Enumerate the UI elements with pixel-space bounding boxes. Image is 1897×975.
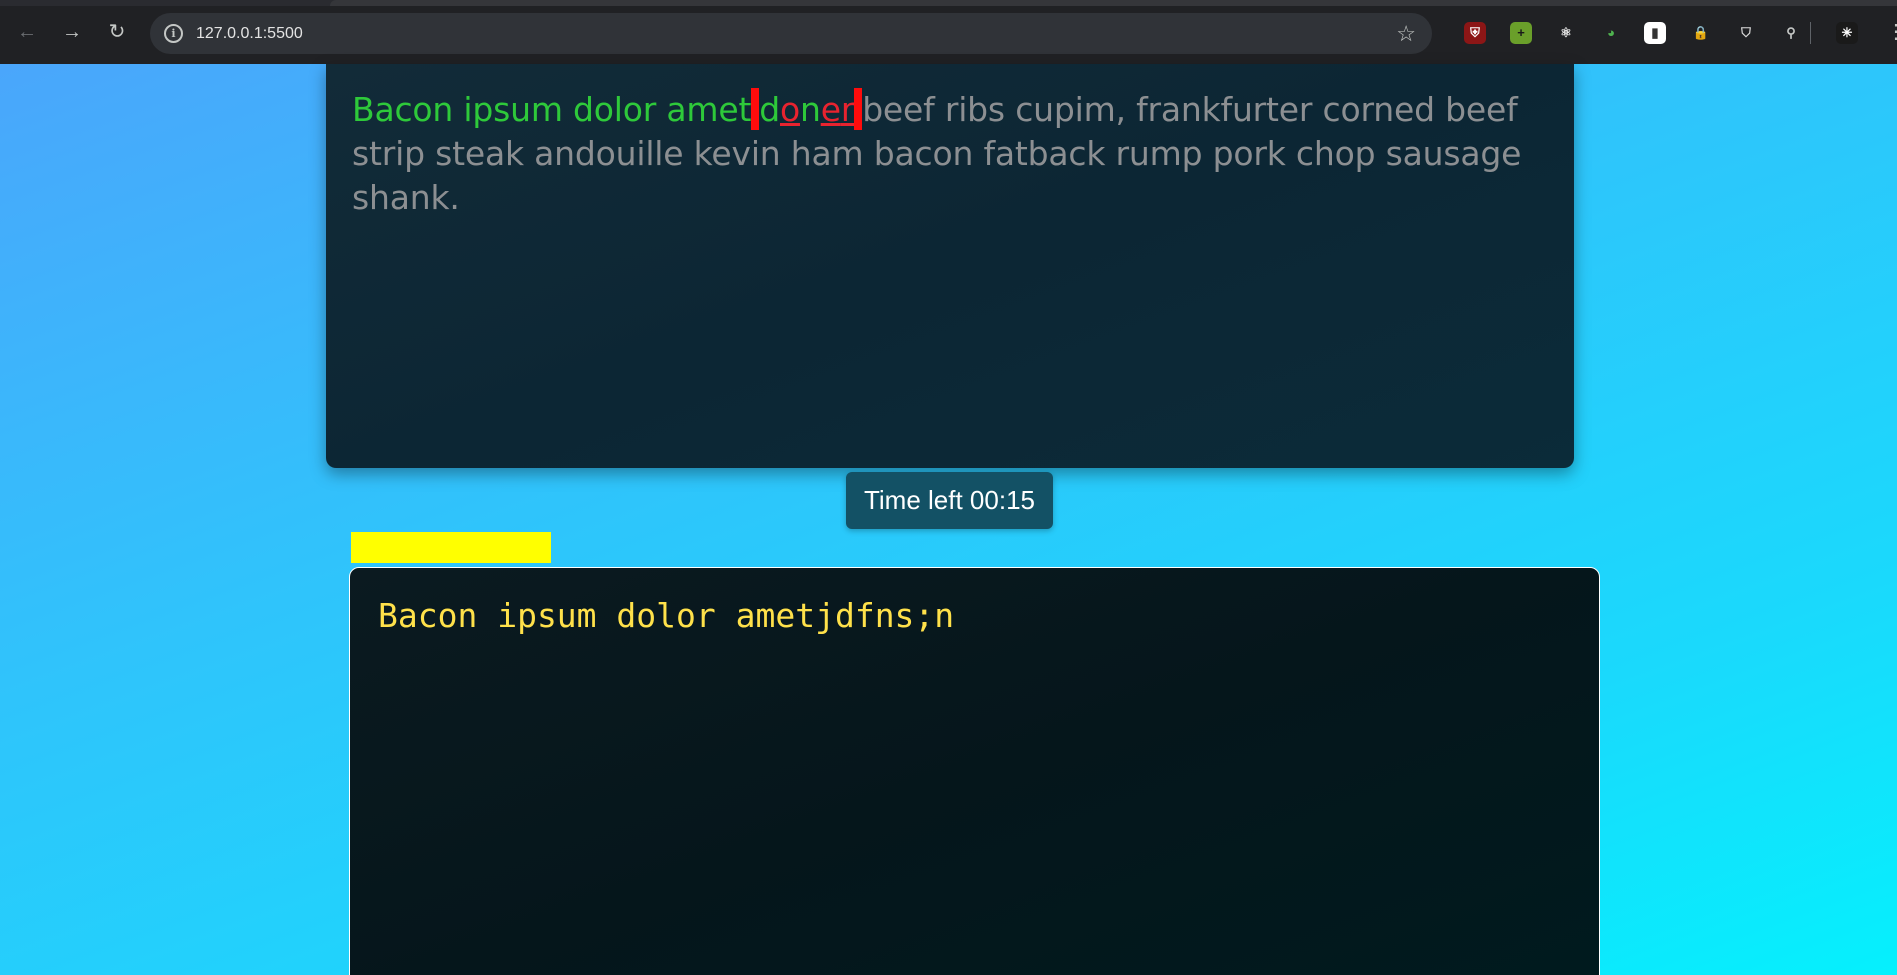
tab-strip [0, 0, 1897, 6]
profile-avatar-icon[interactable]: ✳ [1836, 22, 1858, 44]
timer-badge: Time left 00:15 [846, 472, 1053, 529]
green-plus-icon[interactable]: + [1510, 22, 1532, 44]
quote-char-wrong: r [840, 90, 855, 129]
quote-char-wrong: e [820, 90, 841, 129]
star-icon[interactable]: ☆ [1396, 21, 1416, 47]
word-end-marker [854, 88, 863, 130]
browser-toolbar: ← → ↻ i 127.0.0.1:5500 ☆ ⛨ + ⚛ ◕ ▮ 🔒 ⛉ ⚲ ✳ ⋮ [0, 0, 1897, 64]
address-bar[interactable]: i 127.0.0.1:5500 ☆ [150, 13, 1432, 54]
reload-icon[interactable]: ↻ [104, 19, 130, 45]
color-picker-icon[interactable]: ◕ [1600, 22, 1622, 44]
quote-text: Bacon ipsum dolor amet doner beef ribs cup… [352, 88, 1548, 220]
chart-icon[interactable]: ▮ [1644, 22, 1666, 44]
url-text[interactable]: 127.0.0.1:5500 [196, 25, 303, 43]
puzzle-icon[interactable]: ⚲ [1780, 22, 1802, 44]
quote-char-wrong: o [779, 90, 800, 129]
toolbar-divider [1810, 22, 1811, 44]
typing-input[interactable]: Bacon ipsum dolor ametjdfns;n [349, 567, 1600, 975]
quote-char-correct: d [759, 90, 780, 129]
ublock-icon[interactable]: ⛨ [1464, 22, 1486, 44]
page: Bacon ipsum dolor amet doner beef ribs cup… [0, 64, 1897, 975]
shield-icon[interactable]: ⛉ [1735, 22, 1757, 44]
quote-char-correct: n [799, 90, 821, 129]
quote-current-word: doner [759, 90, 854, 129]
react-devtools-icon[interactable]: ⚛ [1555, 22, 1577, 44]
info-icon[interactable]: i [164, 24, 183, 43]
more-vertical-icon[interactable]: ⋮ [1886, 22, 1897, 42]
back-icon[interactable]: ← [14, 19, 40, 45]
quote-card: Bacon ipsum dolor amet doner beef ribs cup… [326, 64, 1574, 468]
progress-bar [351, 532, 551, 563]
forward-icon[interactable]: → [59, 19, 85, 45]
quote-typed-correct: Bacon ipsum dolor amet [352, 90, 752, 129]
active-tab[interactable] [330, 0, 1897, 6]
lock-icon[interactable]: 🔒 [1690, 22, 1712, 44]
